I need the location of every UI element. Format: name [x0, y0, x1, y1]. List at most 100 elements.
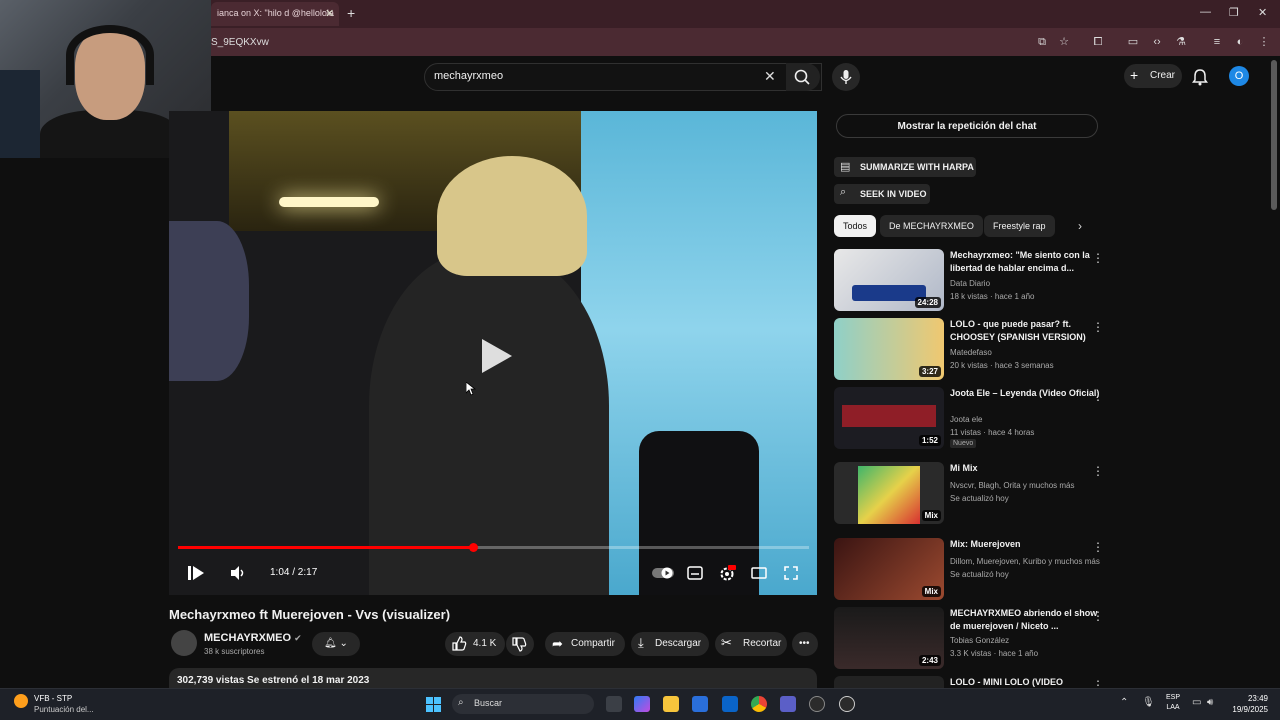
- fullscreen-icon[interactable]: [783, 565, 799, 581]
- microphone-tray-icon[interactable]: 🎙︎: [1142, 697, 1155, 708]
- chip-freestyle-rap[interactable]: Freestyle rap: [984, 215, 1055, 237]
- tab-close-icon[interactable]: ✕: [325, 7, 334, 20]
- search-icon: ⌕: [458, 697, 464, 708]
- network-icon[interactable]: ▭: [1192, 697, 1201, 708]
- obs-icon[interactable]: [809, 696, 825, 712]
- video-frame-figure: [169, 221, 249, 381]
- show-chat-replay-button[interactable]: Mostrar la repetición del chat: [836, 114, 1098, 138]
- progress-scrubber[interactable]: [469, 543, 478, 552]
- center-play-icon[interactable]: [482, 339, 512, 373]
- subtitles-icon[interactable]: [687, 566, 703, 580]
- channel-avatar[interactable]: [171, 630, 197, 656]
- recommendation-item[interactable]: Mix Mi Mix Nvscvr, Blagh, Orita y muchos…: [834, 462, 1104, 526]
- harpa-seek-button[interactable]: SEEK IN VIDEO: [834, 184, 930, 204]
- recommendation-item[interactable]: 3:27 LOLO - que puede pasar? ft. CHOOSEY…: [834, 318, 1104, 382]
- widgets-icon[interactable]: [14, 694, 28, 708]
- recommendation-meta: 20 k vistas · hace 3 semanas: [950, 361, 1054, 370]
- store-icon[interactable]: [692, 696, 708, 712]
- search-query: mechayrxmeo: [434, 70, 504, 82]
- duration: 2:43: [918, 655, 941, 666]
- video-player[interactable]: [169, 111, 817, 595]
- thumbnail[interactable]: 3:27: [834, 318, 944, 380]
- recommendation-item[interactable]: 24:28 Mechayrxmeo: "Me siento con la lib…: [834, 249, 1104, 313]
- menu-icon[interactable]: ⋮: [1258, 36, 1270, 48]
- more-actions-button[interactable]: •••: [792, 632, 818, 656]
- teams-icon[interactable]: [780, 696, 796, 712]
- thumbnail[interactable]: Mix: [834, 462, 944, 524]
- thumbnail[interactable]: 1:52: [834, 387, 944, 449]
- new-tab-icon[interactable]: +: [347, 5, 355, 21]
- more-vert-icon[interactable]: ⋮: [1092, 320, 1104, 334]
- chrome-icon[interactable]: [751, 696, 767, 712]
- thumbnail[interactable]: 2:43: [834, 607, 944, 669]
- speaker-icon[interactable]: 🔊︎: [1207, 697, 1213, 708]
- install-icon[interactable]: ⧉: [1036, 36, 1048, 48]
- recommendation-title: LOLO - MINI LOLO (VIDEO: [950, 677, 1063, 687]
- create-label: Crear: [1150, 70, 1176, 81]
- page-scrollbar[interactable]: [1271, 60, 1277, 210]
- recommendation-item[interactable]: Mix Mix: Muerejoven Dillom, Muerejoven, …: [834, 538, 1104, 602]
- outlook-icon[interactable]: [722, 696, 738, 712]
- voice-search-button[interactable]: [832, 63, 860, 91]
- more-vert-icon[interactable]: ⋮: [1092, 464, 1104, 478]
- chip-from-channel[interactable]: De MECHAYRXMEO: [880, 215, 983, 237]
- volume-icon[interactable]: [229, 564, 247, 582]
- extension-icon[interactable]: ⚗: [1175, 36, 1187, 48]
- thumbnail[interactable]: [834, 676, 944, 688]
- recommendation-item[interactable]: LOLO - MINI LOLO (VIDEO ⋮: [834, 676, 1104, 688]
- clear-search-icon[interactable]: ✕: [764, 68, 776, 85]
- more-vert-icon[interactable]: ⋮: [1092, 540, 1104, 554]
- extensions-icon[interactable]: ⧠: [1092, 36, 1104, 48]
- close-window-icon[interactable]: ✕: [1258, 6, 1267, 19]
- bookmark-star-icon[interactable]: ☆: [1058, 36, 1070, 48]
- browser-tab[interactable]: ianca on X: "hilo d @hellolola: [211, 2, 339, 26]
- harpa-summarize-button[interactable]: SUMMARIZE WITH HARPA: [834, 157, 976, 177]
- channel-name[interactable]: MECHAYRXMEO ✔: [204, 632, 302, 644]
- autoplay-toggle-icon[interactable]: [652, 566, 674, 580]
- windows-start-icon[interactable]: [426, 697, 441, 712]
- notifications-bell-icon[interactable]: [1192, 68, 1208, 86]
- thumbnail[interactable]: Mix: [834, 538, 944, 600]
- task-view-icon[interactable]: [606, 696, 622, 712]
- account-avatar[interactable]: O: [1229, 66, 1249, 86]
- copilot-icon[interactable]: [634, 696, 650, 712]
- extension-icon[interactable]: ▭: [1127, 36, 1139, 48]
- more-vert-icon[interactable]: ⋮: [1092, 678, 1104, 688]
- address-text[interactable]: S_9EQKXvw: [211, 37, 269, 48]
- more-vert-icon[interactable]: ⋮: [1092, 251, 1104, 265]
- subscription-bell-button[interactable]: 🔔︎ ⌄: [312, 632, 360, 656]
- video-title: Mechayrxmeo ft Muerejoven - Vvs (visuali…: [169, 607, 451, 622]
- file-explorer-icon[interactable]: [663, 696, 679, 712]
- theater-mode-icon[interactable]: [751, 566, 767, 580]
- recommendation-item[interactable]: 2:43 MECHAYRXMEO abriendo el show de mue…: [834, 607, 1104, 671]
- code-icon[interactable]: ‹›: [1151, 36, 1163, 48]
- tray-chevron-icon[interactable]: ⌃: [1120, 697, 1128, 708]
- minimize-icon[interactable]: —: [1200, 6, 1211, 18]
- media-player-icon[interactable]: [839, 696, 855, 712]
- duration: 1:52: [918, 435, 941, 446]
- mix-label: Mix: [921, 586, 941, 597]
- media-icon[interactable]: ≡: [1211, 36, 1223, 48]
- profile-icon[interactable]: ◐: [1234, 36, 1246, 48]
- thumbs-down-icon: [512, 637, 527, 652]
- video-frame-lamp: [279, 197, 379, 207]
- search-button[interactable]: [786, 63, 820, 91]
- widget-line2[interactable]: Puntuación del...: [34, 705, 94, 714]
- taskbar-search[interactable]: Buscar: [452, 694, 594, 714]
- more-vert-icon[interactable]: ⋮: [1092, 609, 1104, 623]
- system-clock[interactable]: 23:49 19/9/2025: [1220, 693, 1268, 715]
- settings-gear-icon[interactable]: [718, 564, 736, 582]
- recommendation-title: Joota Ele – Leyenda (Video Oficial): [950, 388, 1100, 398]
- chevron-right-icon[interactable]: ›: [1078, 219, 1082, 233]
- thumbnail[interactable]: 24:28: [834, 249, 944, 311]
- chip-all[interactable]: Todos: [834, 215, 877, 237]
- play-icon[interactable]: [187, 564, 205, 582]
- mouse-cursor-icon: [466, 382, 476, 396]
- recommendation-item[interactable]: 1:52 Joota Ele – Leyenda (Video Oficial)…: [834, 387, 1104, 451]
- more-vert-icon[interactable]: ⋮: [1092, 389, 1104, 403]
- video-frame-person: [369, 251, 609, 595]
- maximize-icon[interactable]: ❐: [1229, 6, 1239, 19]
- language-indicator[interactable]: ESP LAA: [1163, 693, 1183, 713]
- download-icon: ⤓: [638, 635, 644, 650]
- widget-line1[interactable]: VFB - STP: [34, 694, 72, 703]
